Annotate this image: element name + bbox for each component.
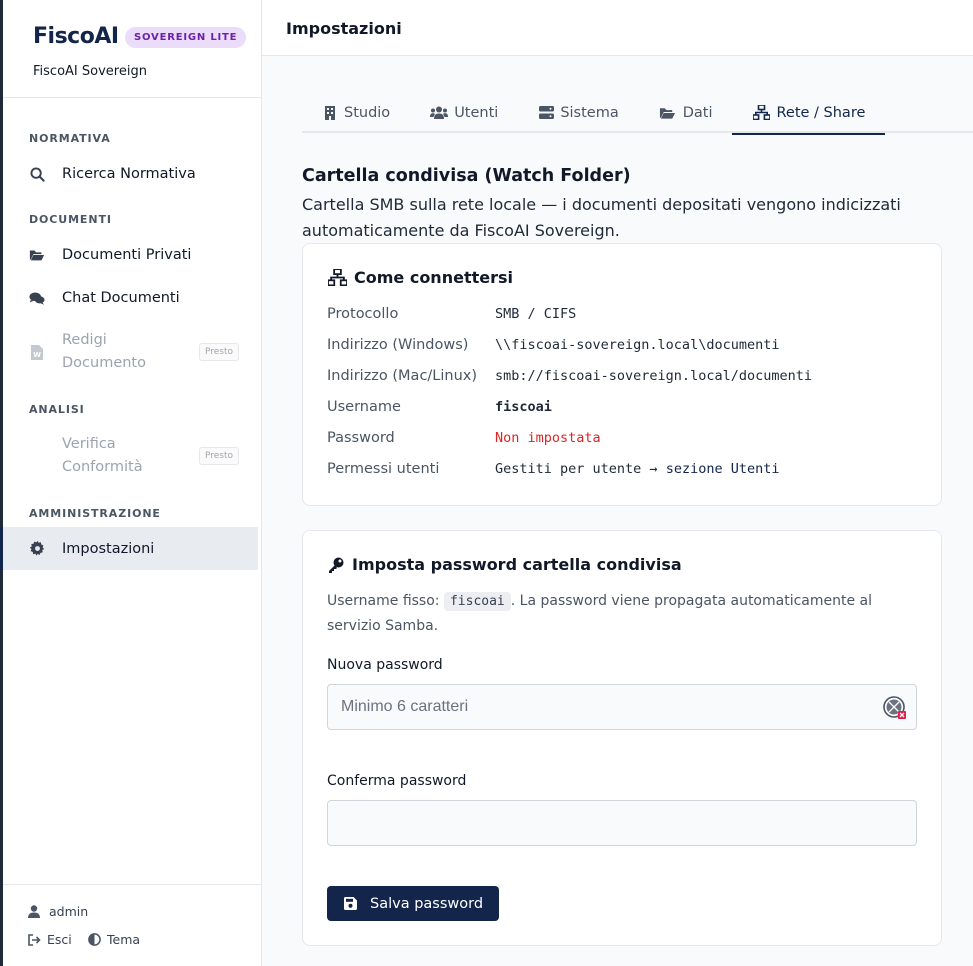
theme-toggle[interactable]: Tema [87,932,140,947]
sidebar-item-impostazioni[interactable]: Impostazioni [0,527,258,570]
network-icon [327,269,347,287]
section-title: Cartella condivisa (Watch Folder) [302,166,631,186]
tab-rete-share[interactable]: Rete / Share [732,92,886,135]
new-password-placeholder: Minimo 6 caratteri [341,698,469,715]
server-icon [538,106,554,120]
user-icon [27,905,41,919]
sidebar-item-documenti-privati[interactable]: Documenti Privati [3,244,261,266]
brand-header: FiscoAI SOVEREIGN LITE FiscoAI Sovereign [3,0,261,98]
settings-tabs: Studio Utenti Sistema Dati Rete / Share [302,92,973,135]
info-row-permissions: Permessi utenti Gestiti per utente → sez… [327,461,780,477]
info-row-protocol: Protocollo SMB / CIFS [327,306,577,322]
half-circle-icon [87,933,101,947]
page-title: Impostazioni [286,19,402,38]
logout-label: Esci [47,932,72,947]
username-label: admin [49,904,89,919]
edition-badge: SOVEREIGN LITE [125,27,247,48]
tab-label: Rete / Share [776,104,866,121]
gear-icon [29,541,45,557]
section-description: Cartella SMB sulla rete locale — i docum… [302,195,901,240]
building-icon [322,105,338,120]
tab-studio[interactable]: Studio [302,92,410,133]
sidebar-item-label: Redigi [62,332,107,348]
tab-label: Studio [344,104,391,121]
tab-utenti[interactable]: Utenti [410,92,518,133]
section-documenti: DOCUMENTI [29,213,112,226]
username-note: Username fisso: fiscoai. La password vie… [327,592,873,634]
password-manager-icon[interactable] [883,696,907,720]
sidebar-item-chat-documenti[interactable]: Chat Documenti [3,287,261,309]
section-analisi: ANALISI [29,403,85,416]
comments-icon [29,290,45,306]
set-password-card: Imposta password cartella condivisa User… [302,530,942,946]
sidebar: FiscoAI SOVEREIGN LITE FiscoAI Sovereign… [0,0,262,966]
current-user[interactable]: admin [27,904,88,919]
app-logo[interactable]: FiscoAI [33,24,119,49]
key-icon [327,556,345,574]
card-title: Come connettersi [327,268,513,287]
folder-open-icon [659,106,677,120]
sidebar-item-label: Impostazioni [62,540,155,557]
sidebar-item-label: Conformità [62,459,143,475]
sidebar-item-label: Documento [62,355,146,371]
section-amministrazione: AMMINISTRAZIONE [29,507,161,520]
info-row-mac-address: Indirizzo (Mac/Linux) smb://fiscoai-sove… [327,368,812,384]
network-icon [752,105,770,120]
sidebar-item-ricerca-normativa[interactable]: Ricerca Normativa [3,163,261,185]
connection-info-card: Come connettersi Protocollo SMB / CIFS I… [302,243,942,506]
logout-button[interactable]: Esci [27,932,72,947]
tab-dati[interactable]: Dati [639,92,733,133]
card-title: Imposta password cartella condivisa [327,555,682,574]
users-section-link[interactable]: sezione Utenti [666,461,780,477]
coming-soon-badge: Presto [198,447,239,465]
save-password-label: Salva password [370,895,484,912]
confirm-password-label: Conferma password [327,773,467,789]
logout-icon [27,933,41,947]
main-content: Studio Utenti Sistema Dati Rete / Share [262,56,973,966]
new-password-label: Nuova password [327,657,443,673]
new-password-input[interactable]: Minimo 6 caratteri [327,684,917,730]
tab-label: Utenti [454,104,499,121]
sidebar-item-verifica-conformita: Verifica Conformità Presto [3,434,261,478]
top-bar: Impostazioni [262,0,973,56]
sidebar-item-label: Chat Documenti [62,290,180,306]
info-row-password: Password Non impostata [327,430,601,446]
sidebar-item-label: Verifica [62,436,116,452]
brand-subtitle: FiscoAI Sovereign [33,64,147,79]
confirm-password-input[interactable] [327,800,917,846]
sidebar-item-label: Ricerca Normativa [62,166,196,182]
info-row-windows-address: Indirizzo (Windows) \\fiscoai-sovereign.… [327,337,780,353]
svg-text:W: W [33,351,41,359]
sidebar-item-redigi-documento: W Redigi Documento Presto [3,330,261,374]
folder-open-icon [29,247,45,263]
username-code: fiscoai [443,592,511,611]
coming-soon-badge: Presto [198,343,239,361]
tab-label: Dati [682,104,713,121]
word-file-icon: W [29,344,45,360]
theme-label: Tema [107,932,141,947]
sidebar-item-label: Documenti Privati [62,247,192,263]
sidebar-footer: admin Esci Tema [3,884,261,966]
tab-sistema[interactable]: Sistema [518,92,638,133]
password-status: Non impostata [495,430,601,446]
tab-label: Sistema [560,104,619,121]
save-password-button[interactable]: Salva password [327,886,500,921]
users-icon [430,106,449,120]
floppy-disk-icon [343,897,357,911]
section-normativa: NORMATIVA [29,132,111,145]
info-row-username: Username fiscoai [327,399,552,415]
search-icon [29,166,45,182]
